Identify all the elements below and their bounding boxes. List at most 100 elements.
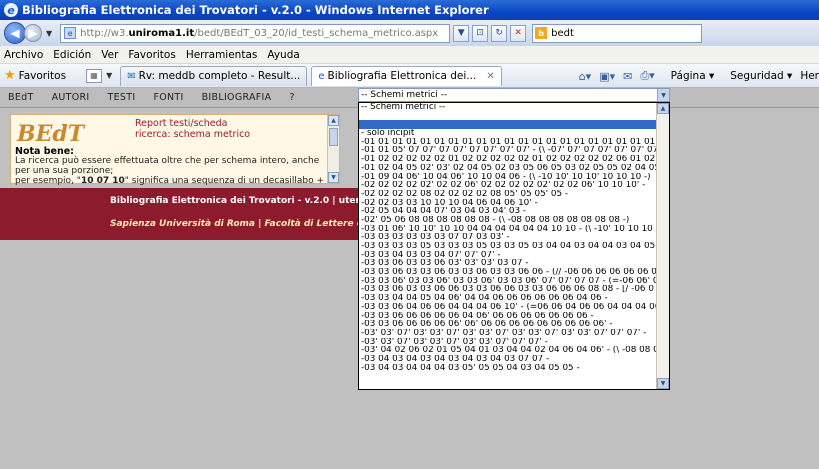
schema-option[interactable]: -01 01 01 01 01 01 01 01 01 01 01 01 01 … — [359, 138, 657, 147]
schema-option[interactable]: -03 03 06' 03 03 06' 03 03 06' 03 03 06'… — [359, 277, 657, 286]
schema-option[interactable]: -03 03 03 03 05 03 03 03 05 03 03 05 03 … — [359, 242, 657, 251]
schema-select-value: -- Schemi metrici -- — [361, 90, 448, 100]
schema-option[interactable]: -- Schemi metrici -- — [359, 103, 657, 112]
schema-option[interactable]: -03 03 06 06 06 06 06' 06' 06 06 06 06 0… — [359, 320, 657, 329]
mail-icon[interactable]: ✉ — [623, 70, 632, 83]
schema-option[interactable] — [359, 120, 657, 130]
window-title-bar: e Bibliografia Elettronica dei Trovatori… — [0, 0, 819, 20]
window-title: Bibliografia Elettronica dei Trovatori -… — [22, 3, 489, 17]
refresh-icon[interactable]: ↻ — [491, 24, 508, 42]
footer-line2: Sapienza Università di Roma | Facoltà di… — [110, 219, 385, 229]
schema-option[interactable]: -03 03 06 03 03 06 03 03 06 03 03 06 06 … — [359, 268, 657, 277]
schema-option[interactable]: -01 02 04 05 02' 03' 02 04 05 02 03 05 0… — [359, 164, 657, 173]
address-domain: uniroma1.it — [128, 27, 195, 39]
address-path: /bedt/BEdT_03_20/id_testi_schema_metrico… — [194, 27, 439, 39]
nota-example-bold: 10 07 10 — [80, 176, 125, 186]
menu-ayuda[interactable]: Ayuda — [267, 49, 299, 61]
nav-testi[interactable]: TESTI — [108, 92, 136, 103]
schema-option[interactable]: -02' 05 06 08 08 08 08 08 08 - (\ -08 08… — [359, 216, 657, 225]
schema-option[interactable]: -01 02 02 02 02 02 01 02 02 02 02 02 01 … — [359, 155, 657, 164]
schema-option[interactable]: -03 04 03 04 03 04 03 04 03 04 03 07 07 … — [359, 355, 657, 364]
address-prefix: http://w3. — [80, 27, 129, 39]
tab-bedt[interactable]: e Bibliografia Elettronica dei... ✕ — [311, 65, 502, 86]
tools-menu[interactable]: Her — [800, 70, 819, 82]
dropdown-scroll-down-icon[interactable]: ▼ — [657, 378, 669, 389]
schema-option[interactable]: -03' 03' 07' 03' 03' 07' 03' 03' 07' 07'… — [359, 338, 657, 347]
nav-bibliografia[interactable]: BIBLIOGRAFIA — [202, 92, 272, 103]
menu-ver[interactable]: Ver — [101, 49, 118, 61]
nav-fonti[interactable]: FONTI — [153, 92, 183, 103]
schema-dropdown-list[interactable]: -- Schemi metrici -- - solo incipit -01 01… — [358, 102, 670, 390]
scroll-thumb[interactable] — [329, 128, 338, 146]
tab-meddb[interactable]: ✉ Rv: meddb completo - Result... — [120, 65, 308, 86]
address-input[interactable]: e http://w3. uniroma1.it/bedt/BEdT_03_20/… — [60, 23, 451, 43]
page-menu-label: Página — [670, 70, 706, 82]
select-arrow-icon[interactable]: ▼ — [657, 89, 669, 101]
compat-view-icon[interactable]: ⊡ — [472, 24, 489, 42]
page-menu[interactable]: Página ▾ — [663, 70, 715, 82]
forward-icon[interactable]: ▶ — [24, 24, 42, 42]
page-content: BEdT AUTORI TESTI FONTI BIBLIOGRAFIA ? B… — [0, 88, 819, 469]
menu-herramientas[interactable]: Herramientas — [186, 49, 258, 61]
panel-title-line1: Report testi/scheda — [135, 118, 228, 129]
print-icon[interactable]: ⎙▾ — [640, 69, 654, 83]
schema-option[interactable]: -03 03 06 04 06 06 04 04 04 06 10' - (=0… — [359, 303, 657, 312]
schema-option[interactable]: -03' 03' 07' 03' 03' 07' 03' 03' 07' 03'… — [359, 329, 657, 338]
history-dropdown-icon[interactable]: ▼ — [46, 29, 52, 38]
dropdown-scrollbar[interactable]: ▲ ▼ — [656, 103, 669, 389]
schema-option[interactable]: -03 04 03 04 04 04 03 05' 05 05 04 03 04… — [359, 364, 657, 373]
schema-option[interactable]: -02 02 02 02 08 02 02 02 02 08 05' 05 05… — [359, 190, 657, 199]
nota-body: La ricerca può essere effettuata oltre c… — [15, 156, 320, 176]
tab-list-dropdown-icon[interactable]: ▼ — [106, 71, 112, 80]
tab-label: Rv: meddb completo - Result... — [138, 70, 301, 82]
favorites-button[interactable]: ★ Favoritos — [4, 68, 66, 83]
scroll-up-icon[interactable]: ▲ — [328, 115, 339, 126]
home-icon[interactable]: ⌂▾ — [579, 70, 592, 83]
schema-option[interactable]: -03 03 06 03 03 06 03' 03' 03' 03 07 - — [359, 259, 657, 268]
schema-option[interactable]: -03 01 06' 10 10' 10 10 04 04 04 04 04 0… — [359, 225, 657, 234]
schema-option[interactable]: -01 09 04 06' 10 04 06' 10 10 04 06 - (\… — [359, 173, 657, 182]
search-value: bedt — [551, 27, 574, 39]
nav-help[interactable]: ? — [289, 92, 294, 103]
bedt-logo: BEdT — [17, 121, 85, 147]
stop-icon[interactable]: ✕ — [510, 24, 527, 42]
schema-option[interactable]: -03 03 06 06 06 06 06 04 06' 06 06 06 06… — [359, 312, 657, 321]
schema-option[interactable]: -03 03 04 03 03 04 07' 07' 07' - — [359, 251, 657, 260]
menu-bar: Archivo Edición Ver Favoritos Herramient… — [0, 46, 819, 64]
scroll-down-icon[interactable]: ▼ — [328, 172, 339, 183]
schema-option[interactable]: -02 02 02 02 02' 02 02 06' 02 02 02 02 0… — [359, 181, 657, 190]
schema-option[interactable]: -01 01 05' 07 07' 07 07' 07 07' 07' 07' … — [359, 146, 657, 155]
schema-option[interactable]: -02 02 03 03 10 10 10 04 06 04 06 10' - — [359, 199, 657, 208]
ie-tab-icon: e — [318, 70, 325, 82]
back-icon[interactable]: ◀ — [4, 22, 26, 44]
security-menu[interactable]: Seguridad ▾ — [722, 70, 792, 82]
address-dropdown-icon[interactable]: ▼ — [453, 24, 470, 42]
close-tab-icon[interactable]: ✕ — [486, 71, 494, 82]
menu-archivo[interactable]: Archivo — [4, 49, 43, 61]
email-tab-icon: ✉ — [127, 70, 136, 82]
schema-option[interactable]: -03 03 03 03 03 03 07 07 03 03' - — [359, 233, 657, 242]
info-panel: BEdT Report testi/scheda ricerca: schema… — [10, 114, 340, 196]
quick-tabs-icon[interactable]: ▦ — [86, 68, 103, 83]
schema-option[interactable] — [359, 112, 657, 121]
schema-option[interactable]: -03 03 06 03 03 06 06 03 03 06 06 03 03 … — [359, 285, 657, 294]
tab-bar: ★ Favoritos ▦ ▼ ✉ Rv: meddb completo - R… — [0, 64, 819, 88]
schema-option[interactable]: -03 03 04 04 05 04 06' 04 04 06 06 06 06… — [359, 294, 657, 303]
menu-favoritos[interactable]: Favoritos — [128, 49, 175, 61]
ie-logo-icon: e — [4, 3, 18, 17]
favorites-label: Favoritos — [18, 69, 67, 82]
security-menu-label: Seguridad — [730, 70, 784, 82]
nota-example-prefix: per esempio, " — [15, 176, 81, 186]
feeds-icon[interactable]: ▣▾ — [599, 70, 615, 83]
nav-autori[interactable]: AUTORI — [52, 92, 90, 103]
dropdown-scroll-up-icon[interactable]: ▲ — [657, 103, 669, 114]
schema-option[interactable]: -02 05 04 04 04 07' 03 04 03 04' 03 - — [359, 207, 657, 216]
schema-option[interactable]: - solo incipit — [359, 129, 657, 138]
panel-title: Report testi/scheda ricerca: schema metr… — [135, 118, 250, 140]
panel-scrollbar[interactable]: ▲ ▼ — [327, 115, 339, 183]
menu-edicion[interactable]: Edición — [53, 49, 91, 61]
schema-select[interactable]: -- Schemi metrici -- ▼ — [358, 88, 670, 102]
nav-bedt[interactable]: BEdT — [8, 92, 34, 103]
search-input[interactable]: b bedt — [532, 23, 703, 43]
schema-option[interactable]: -03' 04 02 06 02 01 05 04 01 03 04 04 02… — [359, 346, 657, 355]
